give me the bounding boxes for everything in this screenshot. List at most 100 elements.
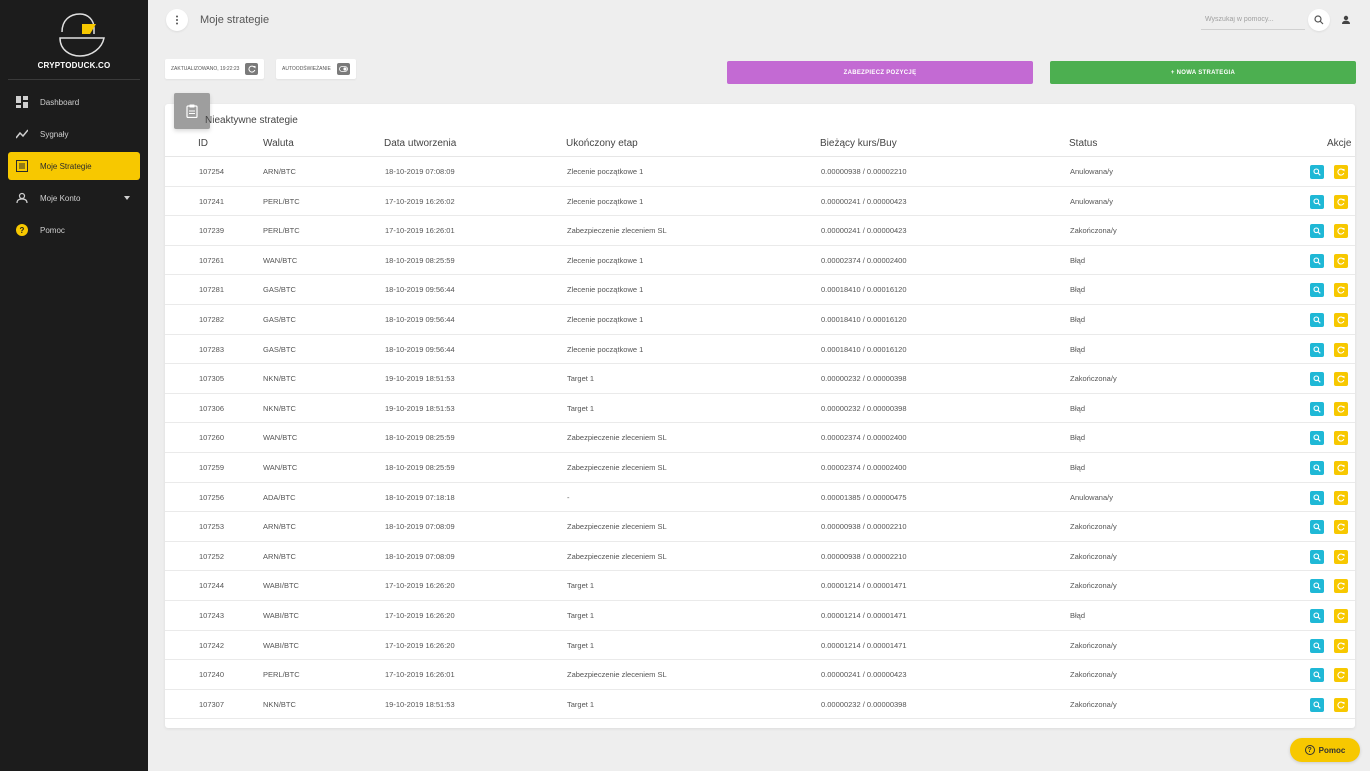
column-header-current-rate[interactable]: Bieżący kurs/Buy: [820, 138, 897, 149]
view-strategy-button[interactable]: [1310, 342, 1324, 357]
restart-strategy-button[interactable]: [1334, 165, 1348, 179]
search-input[interactable]: [1201, 10, 1305, 30]
view-strategy-button[interactable]: [1310, 608, 1324, 623]
cell-created-date: 19-10-2019 18:51:53: [385, 699, 455, 709]
card-title: Nieaktywne strategie: [205, 115, 298, 126]
column-header-currency[interactable]: Waluta: [263, 138, 294, 149]
cell-completed-stage: Zabezpieczenie zleceniem SL: [567, 433, 667, 443]
menu-button[interactable]: [166, 9, 188, 31]
view-strategy-button[interactable]: [1310, 253, 1324, 268]
search-button[interactable]: [1308, 9, 1330, 31]
cell-current-rate: 0.00018410 / 0.00016120: [821, 314, 907, 324]
cell-currency: PERL/BTC: [263, 670, 300, 680]
cell-completed-stage: Target 1: [567, 581, 595, 591]
cell-status: Zakończona/y: [1070, 640, 1117, 650]
restart-strategy-button[interactable]: [1334, 312, 1348, 327]
cell-id: 107282: [199, 314, 225, 324]
view-strategy-button[interactable]: [1310, 490, 1324, 505]
view-strategy-button[interactable]: [1310, 668, 1324, 683]
cell-currency: ARN/BTC: [263, 167, 296, 176]
sidebar-item-help[interactable]: ? Pomoc: [8, 216, 140, 244]
cell-completed-stage: Zabezpieczenie zleceniem SL: [567, 522, 667, 532]
restart-strategy-button[interactable]: [1334, 668, 1348, 683]
refresh-icon: [1337, 553, 1345, 561]
sidebar-item-label: Sygnały: [40, 129, 69, 139]
view-strategy-button[interactable]: [1310, 194, 1324, 209]
inactive-strategies-card: Nieaktywne strategie ID Waluta Data utwo…: [165, 93, 1355, 728]
more-vertical-icon: [176, 15, 178, 25]
restart-strategy-button[interactable]: [1334, 342, 1348, 357]
restart-strategy-button[interactable]: [1334, 460, 1348, 475]
secure-position-button[interactable]: ZABEZPIECZ POZYCJĘ: [727, 61, 1033, 84]
new-strategy-button[interactable]: + NOWA STRATEGIA: [1050, 61, 1356, 84]
view-strategy-button[interactable]: [1310, 460, 1324, 475]
column-header-id[interactable]: ID: [198, 138, 208, 149]
refresh-icon: [1337, 316, 1345, 324]
cell-status: Anulowana/y: [1070, 492, 1113, 502]
view-strategy-button[interactable]: [1310, 165, 1324, 179]
user-menu-button[interactable]: [1336, 10, 1356, 30]
restart-strategy-button[interactable]: [1334, 520, 1348, 535]
cell-id: 107240: [199, 670, 225, 680]
cell-currency: GAS/BTC: [263, 344, 296, 354]
view-strategy-button[interactable]: [1310, 312, 1324, 327]
cell-currency: ARN/BTC: [263, 551, 296, 561]
table-row: 107259 WAN/BTC 18-10-2019 08:25:59 Zabezpie…: [165, 453, 1355, 483]
trend-icon: [16, 128, 28, 140]
view-strategy-button[interactable]: [1310, 549, 1324, 564]
view-strategy-button[interactable]: [1310, 697, 1324, 712]
table-row: 107243 WABI/BTC 17-10-2019 16:26:20 Target …: [165, 601, 1355, 631]
user-icon: [16, 192, 28, 204]
cell-created-date: 17-10-2019 16:26:01: [385, 226, 455, 236]
refresh-icon: [1337, 671, 1345, 679]
restart-strategy-button[interactable]: [1334, 253, 1348, 268]
view-strategy-button[interactable]: [1310, 224, 1324, 239]
restart-strategy-button[interactable]: [1334, 697, 1348, 712]
cell-id: 107253: [199, 522, 225, 532]
logo[interactable]: CRYPTODUCK.CO: [8, 0, 140, 80]
table-row: 107281 GAS/BTC 18-10-2019 09:56:44 Zlecenie…: [165, 275, 1355, 305]
sidebar-item-signals[interactable]: Sygnały: [8, 120, 140, 148]
autorefresh-toggle[interactable]: [336, 63, 350, 75]
restart-strategy-button[interactable]: [1334, 224, 1348, 239]
restart-strategy-button[interactable]: [1334, 401, 1348, 416]
view-strategy-button[interactable]: [1310, 431, 1324, 446]
table-header: ID Waluta Data utworzenia Ukończony etap…: [165, 135, 1355, 157]
cell-currency: ADA/BTC: [263, 492, 296, 502]
cell-current-rate: 0.00002374 / 0.00002400: [821, 462, 907, 472]
refresh-button[interactable]: [245, 63, 259, 75]
restart-strategy-button[interactable]: [1334, 608, 1348, 623]
restart-strategy-button[interactable]: [1334, 549, 1348, 564]
view-strategy-button[interactable]: [1310, 638, 1324, 653]
restart-strategy-button[interactable]: [1334, 194, 1348, 209]
view-strategy-button[interactable]: [1310, 283, 1324, 298]
restart-strategy-button[interactable]: [1334, 638, 1348, 653]
sidebar-item-label: Dashboard: [40, 97, 80, 107]
cell-id: 107243: [199, 610, 225, 620]
sidebar-item-my-strategies[interactable]: Moje Strategie: [8, 152, 140, 180]
restart-strategy-button[interactable]: [1334, 431, 1348, 446]
column-header-created-date[interactable]: Data utworzenia: [384, 138, 456, 149]
sidebar-item-dashboard[interactable]: Dashboard: [8, 88, 140, 116]
sidebar-item-my-account[interactable]: Moje Konto: [8, 184, 140, 212]
cell-completed-stage: Zlecenie początkowe 1: [567, 314, 644, 324]
cell-id: 107307: [199, 699, 225, 709]
view-strategy-button[interactable]: [1310, 372, 1324, 387]
cell-current-rate: 0.00002374 / 0.00002400: [821, 433, 907, 443]
cell-created-date: 18-10-2019 09:56:44: [385, 344, 455, 354]
view-strategy-button[interactable]: [1310, 401, 1324, 416]
restart-strategy-button[interactable]: [1334, 490, 1348, 505]
cell-currency: WABI/BTC: [263, 610, 299, 620]
cell-created-date: 18-10-2019 07:08:09: [385, 167, 455, 176]
view-strategy-button[interactable]: [1310, 579, 1324, 594]
restart-strategy-button[interactable]: [1334, 283, 1348, 298]
restart-strategy-button[interactable]: [1334, 372, 1348, 387]
help-floating-button[interactable]: ? Pomoc: [1290, 738, 1360, 762]
refresh-icon: [1337, 168, 1345, 176]
column-header-completed-stage[interactable]: Ukończony etap: [566, 138, 638, 149]
cell-created-date: 18-10-2019 08:25:59: [385, 255, 455, 265]
column-header-status[interactable]: Status: [1069, 138, 1097, 149]
view-strategy-button[interactable]: [1310, 520, 1324, 535]
restart-strategy-button[interactable]: [1334, 579, 1348, 594]
help-icon: ?: [16, 224, 28, 236]
